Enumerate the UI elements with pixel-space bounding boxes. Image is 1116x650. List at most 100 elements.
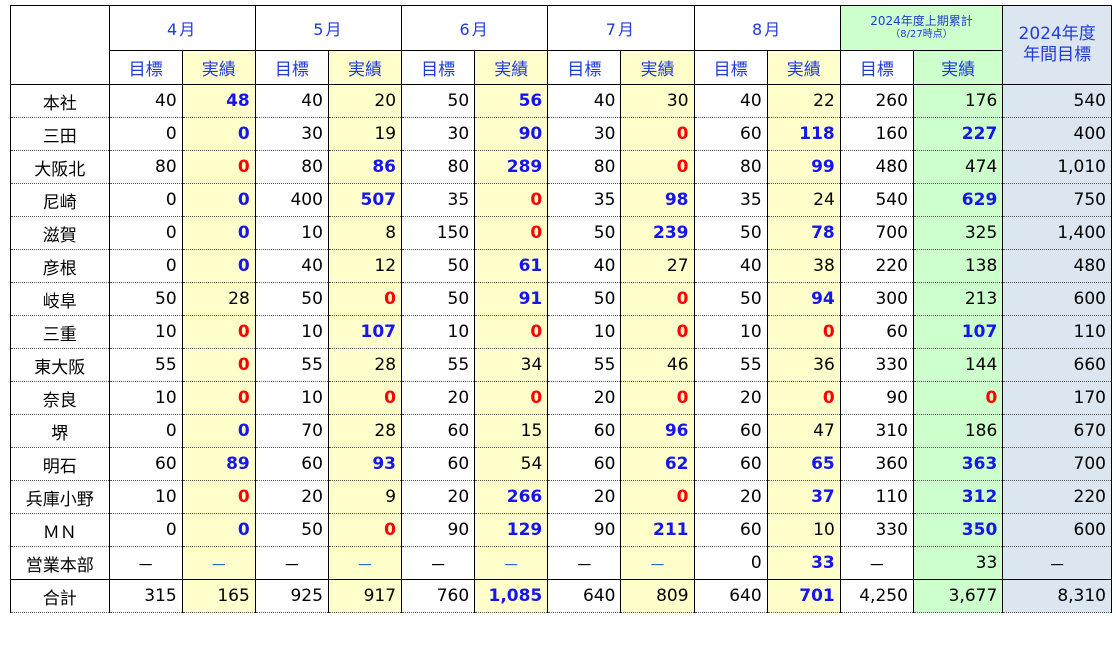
actual-value: － xyxy=(648,555,666,576)
actual-cell: 96 xyxy=(620,414,695,448)
sub-target-cumulative: 目標 xyxy=(839,50,914,85)
target-cell: － xyxy=(401,546,476,580)
header-month-5: 5月 xyxy=(254,5,403,51)
actual-value: 701 xyxy=(799,586,835,606)
target-cell: 10 xyxy=(693,315,768,349)
actual-cell: 176 xyxy=(912,84,1004,118)
target-value: 0 xyxy=(165,256,177,276)
target-value: 20 xyxy=(447,487,470,507)
actual-cell: 186 xyxy=(912,414,1004,448)
actual-value: － xyxy=(210,555,228,576)
actual-value: 350 xyxy=(961,520,998,540)
target-value: 30 xyxy=(593,124,616,144)
branch-name: 滋賀 xyxy=(10,216,110,250)
target-cell: 330 xyxy=(839,513,914,547)
actual-cell: 227 xyxy=(912,117,1004,151)
target-cell: 10 xyxy=(254,381,329,415)
actual-cell: 27 xyxy=(620,249,695,283)
target-value: 50 xyxy=(447,289,470,309)
actual-cell: 0 xyxy=(181,150,256,184)
annual-title-line1: 2024年度 xyxy=(1018,24,1096,44)
target-cell: 40 xyxy=(693,84,768,118)
branch-name: 三重 xyxy=(10,315,110,349)
actual-value: 61 xyxy=(518,256,543,276)
target-value: 60 xyxy=(740,421,762,441)
target-value: 80 xyxy=(301,157,323,177)
table-row: 奈良 10 0 10 0 20 0 20 0 20 0 90 0 170 xyxy=(10,381,1112,415)
actual-value: 0 xyxy=(676,124,689,144)
target-value: 80 xyxy=(740,157,762,177)
target-cell: 4,250 xyxy=(839,579,914,613)
actual-cell: － xyxy=(181,546,256,580)
target-cell: 360 xyxy=(839,447,914,481)
actual-cell: 0 xyxy=(181,249,256,283)
target-value: 60 xyxy=(886,322,908,342)
actual-cell: 474 xyxy=(912,150,1004,184)
target-cell: 60 xyxy=(547,414,622,448)
actual-cell: 0 xyxy=(181,381,256,415)
actual-cell: 0 xyxy=(181,183,256,217)
table-row: 兵庫小野 10 0 20 9 20 266 20 0 20 37 110 312 220 xyxy=(10,480,1112,514)
actual-value: 239 xyxy=(653,223,689,243)
target-cell: 60 xyxy=(254,447,329,481)
annual-target-cell: 700 xyxy=(1002,447,1112,481)
sub-actual: 実績 xyxy=(181,50,256,85)
actual-value: 0 xyxy=(530,223,543,243)
target-value: 40 xyxy=(740,256,762,276)
target-cell: 30 xyxy=(401,117,476,151)
sub-actual: 実績 xyxy=(766,50,841,85)
actual-cell: 107 xyxy=(327,315,403,349)
actual-value: 1,085 xyxy=(488,586,543,606)
target-value: 90 xyxy=(593,520,616,540)
target-cell: 70 xyxy=(254,414,329,448)
actual-cell: 0 xyxy=(620,282,695,316)
actual-cell: 3,677 xyxy=(912,579,1004,613)
actual-cell: 0 xyxy=(474,216,549,250)
target-cell: 760 xyxy=(401,579,476,613)
target-value: 360 xyxy=(875,454,908,474)
target-cell: 700 xyxy=(839,216,914,250)
actual-value: 36 xyxy=(813,355,835,375)
target-value: 60 xyxy=(447,454,470,474)
actual-cell: 629 xyxy=(912,183,1004,217)
annual-target-cell: 220 xyxy=(1002,480,1112,514)
actual-value: 312 xyxy=(961,487,998,507)
actual-value: 33 xyxy=(811,553,835,573)
target-cell: 55 xyxy=(108,348,183,382)
target-cell: 60 xyxy=(401,447,476,481)
actual-value: 0 xyxy=(237,256,250,276)
actual-cell: 0 xyxy=(181,315,256,349)
target-value: 35 xyxy=(593,190,616,210)
actual-cell: 19 xyxy=(327,117,403,151)
actual-cell: 0 xyxy=(327,282,403,316)
target-value: 70 xyxy=(301,421,323,441)
target-value: 760 xyxy=(436,586,470,606)
header-month-7: 7月 xyxy=(547,5,695,51)
actual-value: 0 xyxy=(530,190,543,210)
table-row: 営業本部－－－－－－－－ 0 33 － 33 － xyxy=(10,546,1112,580)
target-cell: 20 xyxy=(254,480,329,514)
target-value: 20 xyxy=(593,487,616,507)
table-row: 岐阜 50 28 50 0 50 91 50 0 50 94 300 213 600 xyxy=(10,282,1112,316)
target-value: 60 xyxy=(447,421,470,441)
branch-name: 本社 xyxy=(10,84,110,118)
actual-value: 917 xyxy=(363,586,397,606)
target-value: 35 xyxy=(447,190,470,210)
actual-value: 28 xyxy=(374,355,397,375)
actual-value: 48 xyxy=(226,91,250,111)
target-cell: 60 xyxy=(839,315,914,349)
target-value: 10 xyxy=(301,322,323,342)
target-cell: 60 xyxy=(693,513,768,547)
target-cell: － xyxy=(108,546,183,580)
actual-cell: 56 xyxy=(474,84,549,118)
target-cell: 640 xyxy=(547,579,622,613)
actual-value: 86 xyxy=(372,157,397,177)
actual-value: 0 xyxy=(237,124,250,144)
target-cell: 60 xyxy=(693,117,768,151)
actual-value: 363 xyxy=(961,454,998,474)
target-cell: 10 xyxy=(254,216,329,250)
target-cell: 50 xyxy=(254,513,329,547)
actual-value: 165 xyxy=(217,586,250,606)
actual-cell: 0 xyxy=(181,117,256,151)
target-cell: 50 xyxy=(401,249,476,283)
